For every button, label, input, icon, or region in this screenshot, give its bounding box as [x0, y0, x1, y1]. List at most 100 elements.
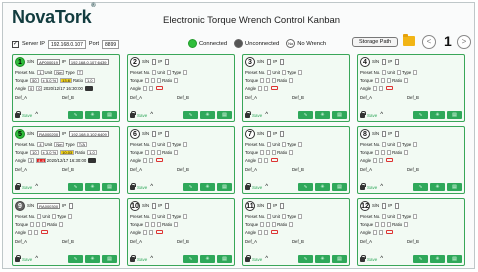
storage-path-button[interactable]: Storage Path — [352, 37, 399, 47]
save-button[interactable]: Save — [137, 113, 147, 118]
type-field[interactable] — [68, 213, 73, 219]
sn-field[interactable] — [382, 202, 387, 209]
torque-field[interactable] — [375, 149, 380, 155]
tolerance-field[interactable] — [36, 221, 41, 227]
unit-field[interactable] — [396, 69, 401, 75]
ip-field[interactable] — [280, 130, 285, 137]
ratio-field[interactable] — [59, 221, 64, 227]
angle-field[interactable] — [373, 157, 377, 163]
unit-field[interactable] — [166, 141, 171, 147]
tolerance-field[interactable]: ± 3.0 % — [40, 149, 59, 155]
preset-field[interactable] — [152, 213, 157, 219]
ip-field[interactable]: 192.168.0.102:6409 — [69, 130, 109, 137]
settings-button[interactable]: ✳ — [315, 255, 330, 263]
torque-field[interactable] — [145, 221, 150, 227]
torque-field[interactable] — [260, 221, 265, 227]
ip-field[interactable] — [395, 58, 400, 65]
data-log-button[interactable]: ▤ — [332, 111, 347, 119]
caret-up-icon[interactable]: ^ — [35, 184, 38, 190]
settings-button[interactable]: ✳ — [315, 111, 330, 119]
ip-field[interactable] — [165, 202, 170, 209]
angle-field[interactable] — [258, 85, 262, 91]
torque-field[interactable]: 10 — [30, 149, 39, 155]
unit-field[interactable]: Nm — [54, 69, 65, 75]
torque-field[interactable]: 50 — [30, 77, 39, 83]
angle-field[interactable]: 3 — [28, 157, 35, 163]
settings-button[interactable]: ✳ — [85, 111, 100, 119]
folder-icon[interactable] — [403, 34, 415, 46]
caret-up-icon[interactable]: ^ — [380, 184, 383, 190]
curve-chart-button[interactable]: ∿ — [183, 183, 198, 191]
tolerance-field[interactable] — [151, 221, 156, 227]
ip-field[interactable] — [165, 58, 170, 65]
save-button[interactable]: Save — [367, 185, 377, 190]
sn-field[interactable] — [267, 202, 272, 209]
settings-button[interactable]: ✳ — [200, 111, 215, 119]
tolerance-field[interactable] — [381, 221, 386, 227]
sn-field[interactable] — [152, 58, 157, 65]
unit-field[interactable] — [281, 141, 286, 147]
wrench-card[interactable]: 11 S/N IP Preset No. Unit Type Torque Ratio Angl… — [242, 198, 350, 266]
sn-field[interactable]: RA000300 — [37, 202, 61, 209]
preset-field[interactable] — [37, 213, 42, 219]
data-log-button[interactable]: ▤ — [447, 111, 462, 119]
preset-field[interactable] — [152, 141, 157, 147]
curve-chart-button[interactable]: ∿ — [68, 255, 83, 263]
curve-chart-button[interactable]: ∿ — [413, 111, 428, 119]
sn-field[interactable] — [382, 58, 387, 65]
type-field[interactable] — [413, 141, 418, 147]
angle-field[interactable] — [258, 229, 262, 235]
type-field[interactable] — [183, 141, 188, 147]
save-button[interactable]: Save — [252, 257, 262, 262]
prev-page-button[interactable]: < — [422, 35, 436, 49]
ratio-field[interactable] — [404, 221, 409, 227]
lock-icon[interactable] — [130, 254, 136, 262]
save-button[interactable]: Save — [137, 185, 147, 190]
preset-field[interactable] — [382, 213, 387, 219]
wrench-card[interactable]: 9 S/N RA000300 IP Preset No. Unit Type Torque Ra… — [12, 198, 120, 266]
data-log-button[interactable]: ▤ — [102, 255, 117, 263]
ratio-field[interactable] — [404, 77, 409, 83]
lock-icon[interactable] — [15, 254, 21, 262]
settings-button[interactable]: ✳ — [315, 183, 330, 191]
save-button[interactable]: Save — [137, 257, 147, 262]
save-button[interactable]: Save — [22, 257, 32, 262]
tolerance-field[interactable] — [381, 149, 386, 155]
curve-chart-button[interactable]: ∿ — [68, 183, 83, 191]
unit-field[interactable] — [281, 213, 286, 219]
data-log-button[interactable]: ▤ — [332, 183, 347, 191]
tolerance-field[interactable] — [266, 149, 271, 155]
wrench-card[interactable]: 6 S/N IP Preset No. Unit Type Torque Ratio Angle… — [127, 126, 235, 194]
type-field[interactable] — [413, 213, 418, 219]
angle-field[interactable] — [373, 229, 377, 235]
torque-field[interactable] — [260, 149, 265, 155]
preset-field[interactable] — [382, 141, 387, 147]
torque-field[interactable] — [145, 77, 150, 83]
data-log-button[interactable]: ▤ — [217, 183, 232, 191]
preset-field[interactable]: 4 — [37, 141, 44, 147]
unit-field[interactable] — [396, 141, 401, 147]
type-field[interactable]: T — [76, 69, 84, 75]
preset-field[interactable] — [267, 69, 272, 75]
ratio-field[interactable] — [289, 221, 294, 227]
tolerance-field[interactable] — [266, 77, 271, 83]
caret-up-icon[interactable]: ^ — [150, 256, 153, 262]
unit-field[interactable] — [396, 213, 401, 219]
torque-field[interactable] — [30, 221, 35, 227]
torque-field[interactable] — [145, 149, 150, 155]
sn-field[interactable]: RA000200 — [37, 130, 61, 137]
settings-button[interactable]: ✳ — [85, 255, 100, 263]
ip-field[interactable] — [395, 130, 400, 137]
data-log-button[interactable]: ▤ — [102, 111, 117, 119]
lock-icon[interactable] — [130, 110, 136, 118]
ip-field[interactable] — [395, 202, 400, 209]
ip-field[interactable] — [280, 202, 285, 209]
data-log-button[interactable]: ▤ — [447, 255, 462, 263]
ip-field[interactable] — [165, 130, 170, 137]
unit-field[interactable] — [51, 213, 56, 219]
data-log-button[interactable]: ▤ — [332, 255, 347, 263]
sn-field[interactable]: AP000019 — [37, 58, 60, 65]
save-button[interactable]: Save — [367, 113, 377, 118]
settings-button[interactable]: ✳ — [430, 255, 445, 263]
curve-chart-button[interactable]: ∿ — [183, 255, 198, 263]
